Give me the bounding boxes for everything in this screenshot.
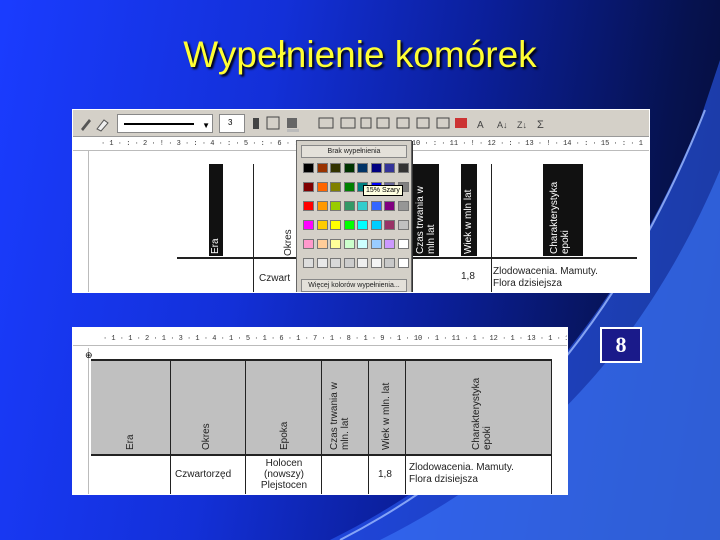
color-swatch[interactable]: [303, 258, 314, 268]
header-okres: Okres: [283, 229, 294, 256]
vertical-ruler-2: [73, 348, 89, 494]
color-swatch[interactable]: [343, 239, 355, 249]
color-swatch[interactable]: [357, 201, 368, 211]
color-swatch[interactable]: [397, 201, 409, 211]
color-swatch[interactable]: [330, 163, 341, 173]
pencil-icon[interactable]: [77, 114, 111, 133]
cell-czwartorzed: Czwart: [259, 273, 291, 284]
color-swatch[interactable]: [357, 220, 368, 230]
word-screenshot-shading: ▼ 3 A A↓ Z↓ Σ · 1 · : · 2 · ! · 3 · : · …: [72, 109, 650, 293]
header-wiek: Wiek w mln lat: [463, 189, 474, 254]
color-swatch[interactable]: [397, 163, 409, 173]
color-swatch[interactable]: [316, 163, 328, 173]
line-weight-value: 3: [228, 118, 233, 127]
shading-color-palette: Brak wypełnienia 15% Szary Więcej koloró…: [296, 140, 412, 292]
tables-borders-toolbar: ▼ 3 A A↓ Z↓ Σ: [73, 110, 649, 137]
toolbar-icons[interactable]: A A↓ Z↓ Σ: [249, 114, 609, 133]
table-header-czas: Czas trwania w mln lat: [413, 164, 439, 256]
color-swatch[interactable]: [303, 220, 314, 230]
cell2-epoka: Holocen (nowszy) Plejstocen: [260, 458, 308, 491]
cell2-okres: Czwartorzęd: [175, 469, 232, 480]
header2-wiek: Wiek w mln. lat: [381, 382, 392, 450]
color-swatch[interactable]: [343, 258, 355, 268]
header2-era: Era: [125, 434, 136, 450]
cell2-charakterystyka: Zlodowacenia. Mamuty. Flora dzisiejsza: [409, 462, 514, 485]
color-swatch[interactable]: [397, 239, 409, 249]
color-swatch[interactable]: [384, 201, 395, 211]
color-swatch[interactable]: [303, 182, 314, 192]
color-swatch[interactable]: [316, 220, 328, 230]
header2-charakterystyka: Charakterystyka epoki: [471, 377, 493, 450]
horizontal-ruler-2: · 1 · 1 · 2 · 1 · 3 · 1 · 4 · 1 · 5 · 1 …: [73, 332, 567, 346]
word-screenshot-table: · 1 · 1 · 2 · 1 · 3 · 1 · 4 · 1 · 5 · 1 …: [72, 327, 568, 495]
header-era: Era: [210, 238, 221, 254]
color-swatch[interactable]: [330, 239, 341, 249]
color-swatch[interactable]: [303, 163, 314, 173]
svg-text:Z↓: Z↓: [517, 120, 527, 130]
color-swatch[interactable]: [370, 239, 382, 249]
color-swatch[interactable]: [330, 258, 341, 268]
color-swatch[interactable]: [397, 220, 409, 230]
header2-czas-trwania: Czas trwania w mln. lat: [329, 382, 351, 450]
header2-row-border: [91, 454, 551, 456]
cell2-wiek: 1,8: [378, 469, 392, 480]
table-header-era: Era: [209, 164, 223, 256]
table-header-charakterystyka: Charakterystyka epoki: [543, 164, 583, 256]
color-swatch[interactable]: [316, 201, 328, 211]
cell-charakterystyka: Zlodowacenia. Mamuty. Flora dzisiejsza: [493, 266, 598, 289]
line-weight-dropdown[interactable]: 3: [219, 114, 245, 133]
color-swatch[interactable]: [343, 163, 355, 173]
header-charakterystyka: Charakterystyka epoki: [549, 181, 571, 254]
color-swatch[interactable]: [357, 258, 368, 268]
color-swatch[interactable]: [316, 182, 328, 192]
color-swatch[interactable]: [384, 239, 395, 249]
color-swatch[interactable]: [316, 239, 328, 249]
color-swatch[interactable]: [316, 258, 328, 268]
color-swatch[interactable]: [384, 258, 395, 268]
more-fill-colors-button[interactable]: Więcej kolorów wypełnienia...: [301, 279, 407, 292]
color-swatch[interactable]: [357, 163, 368, 173]
header-czas-trwania: Czas trwania w mln lat: [415, 186, 437, 254]
svg-text:Σ: Σ: [537, 119, 544, 131]
slide-title: Wypełnienie komórek: [183, 34, 537, 75]
color-swatch[interactable]: [330, 220, 341, 230]
line-style-dropdown[interactable]: ▼: [117, 114, 213, 133]
color-swatch[interactable]: [303, 201, 314, 211]
color-tooltip: 15% Szary: [363, 185, 403, 196]
color-swatch[interactable]: [384, 163, 395, 173]
color-swatch[interactable]: [384, 220, 395, 230]
color-swatch[interactable]: [343, 220, 355, 230]
color-swatch[interactable]: [370, 201, 382, 211]
svg-text:A: A: [477, 120, 484, 131]
color-swatch[interactable]: [370, 258, 382, 268]
header2-epoka: Epoka: [279, 421, 290, 450]
cell-wiek: 1,8: [461, 271, 475, 282]
header2-okres: Okres: [201, 423, 212, 450]
color-swatch[interactable]: [357, 239, 368, 249]
page-number-badge: 8: [600, 327, 642, 363]
color-swatch[interactable]: [370, 220, 382, 230]
no-fill-button[interactable]: Brak wypełnienia: [301, 145, 407, 158]
color-swatch[interactable]: [330, 182, 341, 192]
color-swatch[interactable]: [370, 163, 382, 173]
svg-text:A↓: A↓: [497, 120, 508, 130]
color-swatch[interactable]: [330, 201, 341, 211]
color-swatch[interactable]: [343, 182, 355, 192]
vertical-ruler: [73, 151, 89, 292]
color-swatch[interactable]: [397, 258, 409, 268]
color-swatch[interactable]: [343, 201, 355, 211]
table-header-wiek: Wiek w mln lat: [461, 164, 477, 256]
color-swatch[interactable]: [303, 239, 314, 249]
